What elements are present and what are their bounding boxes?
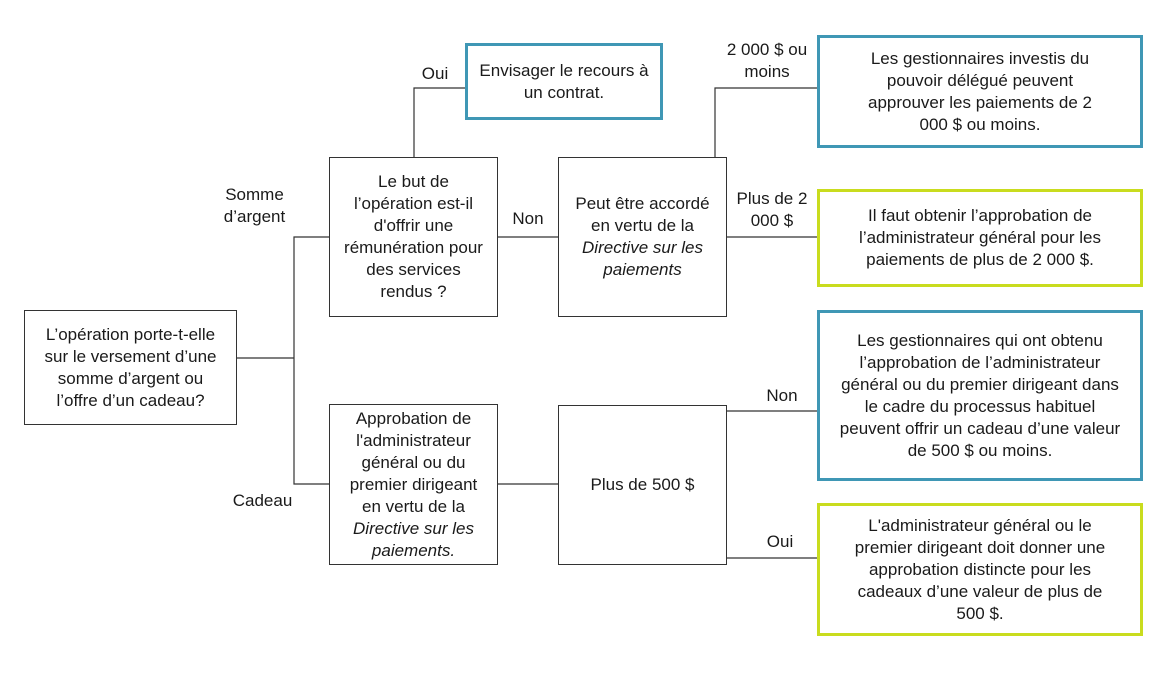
start-node-text: L’opération porte-t-elle sur le versemen… xyxy=(44,324,217,410)
dg-over-2000-outcome: Il faut obtenir l’approbation de l’admin… xyxy=(817,189,1143,287)
start-node: L’opération porte-t-elle sur le versemen… xyxy=(24,310,237,425)
delegated-2000-outcome: Les gestionnaires investis du pouvoir dé… xyxy=(817,35,1143,148)
label-no-500: Non xyxy=(766,386,798,405)
connector-le-2000 xyxy=(714,87,817,157)
label-gift: Cadeau xyxy=(232,491,293,510)
connector-split xyxy=(293,236,329,485)
node-text: L'administrateur général ou le premier d… xyxy=(854,515,1106,623)
contract-outcome: Envisager le recours à un contrat. xyxy=(465,43,663,120)
node-text: Les gestionnaires investis du pouvoir dé… xyxy=(868,48,1092,134)
node-text: Plus de 500 $ xyxy=(590,475,695,494)
node-text: Approbation de l'administrateur général … xyxy=(338,408,489,562)
label-non-directive: Non xyxy=(512,209,544,228)
node-text: Envisager le recours à un contrat. xyxy=(479,60,649,102)
node-text-italic: Directive sur les paiements xyxy=(582,238,703,279)
label-gt-2000: Plus de 2 000 $ xyxy=(736,189,808,230)
over-500-node: Plus de 500 $ xyxy=(558,405,727,565)
node-text-main: Approbation de l'administrateur général … xyxy=(349,408,478,516)
node-text: Il faut obtenir l’approbation de l’admin… xyxy=(859,206,1101,269)
remuneration-question-node: Le but de l’opération est-il d'offrir un… xyxy=(329,157,498,317)
node-text-main: Peut être accordé en vertu de la xyxy=(575,194,710,235)
gift-approval-node: Approbation de l'administrateur général … xyxy=(329,404,498,565)
node-text-italic: Directive sur les paiements. xyxy=(353,518,474,560)
label-yes-500: Oui xyxy=(766,532,794,551)
node-text: Le but de l’opération est-il d'offrir un… xyxy=(344,172,483,301)
label-oui-contract: Oui xyxy=(421,64,449,83)
label-le-2000: 2 000 $ ou moins xyxy=(726,40,808,81)
label-money: Somme d’argent xyxy=(223,185,286,226)
connector-oui-contract xyxy=(413,87,465,157)
node-text: Les gestionnaires qui ont obtenu l’appro… xyxy=(839,330,1121,460)
node-text: Peut être accordé en vertu de la Directi… xyxy=(567,193,718,281)
gift-over-500-outcome: L'administrateur général ou le premier d… xyxy=(817,503,1143,636)
directive-question-node: Peut être accordé en vertu de la Directi… xyxy=(558,157,727,317)
gift-500-or-less-outcome: Les gestionnaires qui ont obtenu l’appro… xyxy=(817,310,1143,481)
